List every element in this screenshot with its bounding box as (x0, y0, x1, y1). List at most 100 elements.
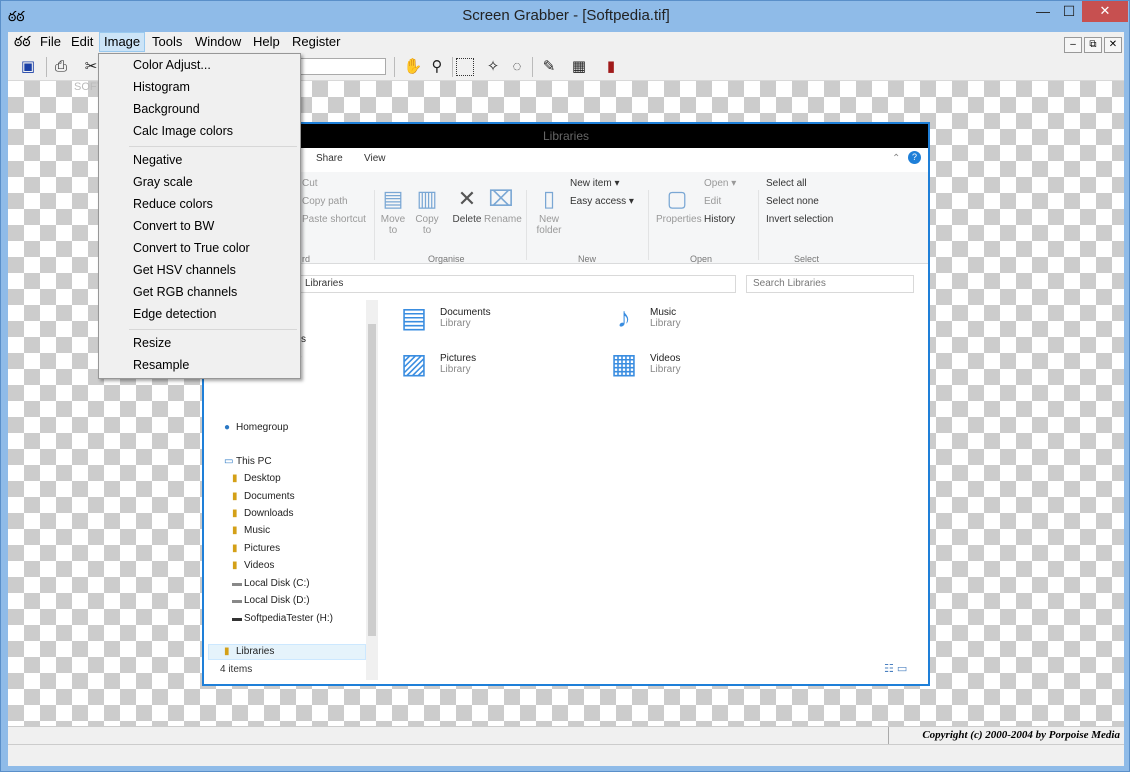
nav-local-disk-c: ▬ Local Disk (C:) (232, 578, 310, 589)
drive-icon: ▬ (232, 578, 242, 589)
toolbar-field[interactable] (300, 58, 386, 75)
menu-histogram[interactable]: Histogram (100, 76, 299, 98)
film-icon[interactable]: ▦ (568, 56, 590, 78)
libraries-folder-icon: ▮ (224, 646, 230, 657)
videos-library-icon: ▦ (610, 348, 638, 379)
menu-separator (129, 329, 297, 330)
group-label-clipboard: rd (302, 254, 311, 264)
ribbon-copy-to: ▥ Copy to (410, 184, 444, 236)
nav-downloads: ▮ Downloads (232, 508, 294, 519)
explorer-body: Share View ⌃ ? Cut Copy path Paste short… (204, 148, 928, 684)
menu-edge-detection[interactable]: Edge detection (100, 303, 299, 325)
status-bar-lower (8, 744, 1124, 766)
print-icon[interactable]: ⎙ (50, 56, 72, 78)
ribbon: Cut Copy path Paste shortcut rd ▤ Move to… (204, 172, 928, 264)
ribbon-collapse-icon: ⌃ (892, 153, 901, 164)
ribbon-move-to: ▤ Move to (376, 184, 410, 236)
ellipse-select-icon[interactable]: ◌ (506, 56, 528, 78)
color-bars-icon[interactable]: ▮ (600, 56, 622, 78)
nav-homegroup: ● Homegroup (224, 422, 289, 433)
item-count: 4 items (220, 664, 253, 675)
nav-local-disk-d: ▬ Local Disk (D:) (232, 595, 310, 606)
mdi-restore-button[interactable]: ⧉ (1084, 37, 1102, 53)
drive-icon: ▬ (232, 595, 242, 606)
menu-calc-image-colors[interactable]: Calc Image colors (100, 120, 299, 142)
menu-background[interactable]: Background (100, 98, 299, 120)
close-button[interactable]: ✕ (1082, 1, 1128, 22)
menu-help[interactable]: Help (249, 32, 284, 52)
ribbon-separator (758, 190, 759, 260)
nav-music: ▮ Music (232, 525, 271, 536)
folder-icon: ▮ (232, 473, 238, 484)
library-music: Music Library (650, 307, 681, 329)
ribbon-open: Open ▾ (704, 178, 737, 189)
nav-softpediatester-h: ▬ SoftpediaTester (H:) (232, 613, 333, 624)
minimize-button[interactable]: — (1030, 1, 1056, 22)
menu-negative[interactable]: Negative (100, 149, 299, 171)
ribbon-history: History (704, 214, 736, 225)
group-label-new: New (578, 254, 597, 264)
group-label-organise: Organise (428, 254, 465, 264)
menu-image[interactable]: Image (99, 32, 146, 52)
magic-wand-icon[interactable]: ✎ (538, 56, 560, 78)
menu-tools[interactable]: Tools (148, 32, 186, 52)
toolbar-separator (46, 57, 47, 77)
copyright-text: Copyright (c) 2000-2004 by Porpoise Medi… (922, 729, 1120, 741)
menu-color-adjust[interactable]: Color Adjust... (100, 54, 299, 76)
save-icon[interactable]: ▣ (17, 56, 39, 78)
menu-bar: ఠఠ File Edit Image Tools Window Help Reg… (8, 32, 1124, 53)
menu-file[interactable]: File (36, 32, 65, 52)
delete-icon: ✕ (457, 186, 477, 211)
tab-view: View (364, 153, 386, 164)
menu-window[interactable]: Window (191, 32, 245, 52)
window-title: Screen Grabber - [Softpedia.tif] (462, 7, 670, 24)
toolbar-separator (532, 57, 533, 77)
pictures-library-icon: ▨ (400, 348, 428, 379)
menu-gray-scale[interactable]: Gray scale (100, 171, 299, 193)
menu-resample[interactable]: Resample (100, 354, 299, 376)
ribbon-new-item: New item ▾ (570, 178, 620, 189)
nav-scrollbar-thumb (368, 324, 376, 636)
menu-resize[interactable]: Resize (100, 332, 299, 354)
help-icon: ? (908, 151, 921, 164)
menu-get-rgb-channels[interactable]: Get RGB channels (100, 281, 299, 303)
ribbon-separator (374, 190, 375, 260)
folder-icon: ▮ (232, 508, 238, 519)
new-folder-icon: ▯ (542, 186, 556, 211)
menu-convert-to-true-color[interactable]: Convert to True color (100, 237, 299, 259)
ribbon-select-all: Select all (766, 178, 807, 189)
menu-get-hsv-channels[interactable]: Get HSV channels (100, 259, 299, 281)
folder-icon: ▮ (232, 491, 238, 502)
captured-explorer-image: Libraries Share View ⌃ ? Cut Copy path P… (202, 122, 930, 686)
document-logo-icon[interactable]: ఠఠ (14, 33, 31, 53)
menu-register[interactable]: Register (288, 32, 344, 52)
homegroup-icon: ● (224, 422, 231, 433)
menu-edit[interactable]: Edit (67, 32, 97, 52)
zoom-icon[interactable]: ⚲ (426, 56, 448, 78)
mdi-close-button[interactable]: ✕ (1104, 37, 1122, 53)
ribbon-select-none: Select none (766, 196, 819, 207)
ribbon-edit: Edit (704, 196, 722, 207)
library-videos: Videos Library (650, 353, 681, 375)
explorer-title: Libraries (204, 124, 928, 148)
toolbar-separator (394, 57, 395, 77)
ribbon-paste-shortcut: Paste shortcut (302, 214, 366, 225)
tab-share: Share (316, 153, 343, 164)
menu-separator (129, 146, 297, 147)
nav-scrollbar (366, 300, 378, 680)
hand-pan-icon[interactable]: ✋ (402, 56, 424, 78)
status-separator (888, 727, 889, 745)
rect-select-icon[interactable] (456, 58, 474, 76)
folder-icon: ▮ (232, 560, 238, 571)
menu-reduce-colors[interactable]: Reduce colors (100, 193, 299, 215)
search-box: Search Libraries (746, 275, 914, 293)
mdi-minimize-button[interactable]: – (1064, 37, 1082, 53)
address-bar: Libraries (298, 275, 736, 293)
lasso-select-icon[interactable]: ✧ (482, 56, 504, 78)
address-libraries: Libraries (305, 278, 344, 289)
folder-icon: ▮ (232, 525, 238, 536)
menu-convert-to-bw[interactable]: Convert to BW (100, 215, 299, 237)
title-bar: ఠఠ Screen Grabber - [Softpedia.tif] — ☐ … (1, 1, 1129, 32)
group-label-open: Open (690, 254, 713, 264)
maximize-button[interactable]: ☐ (1056, 1, 1082, 22)
